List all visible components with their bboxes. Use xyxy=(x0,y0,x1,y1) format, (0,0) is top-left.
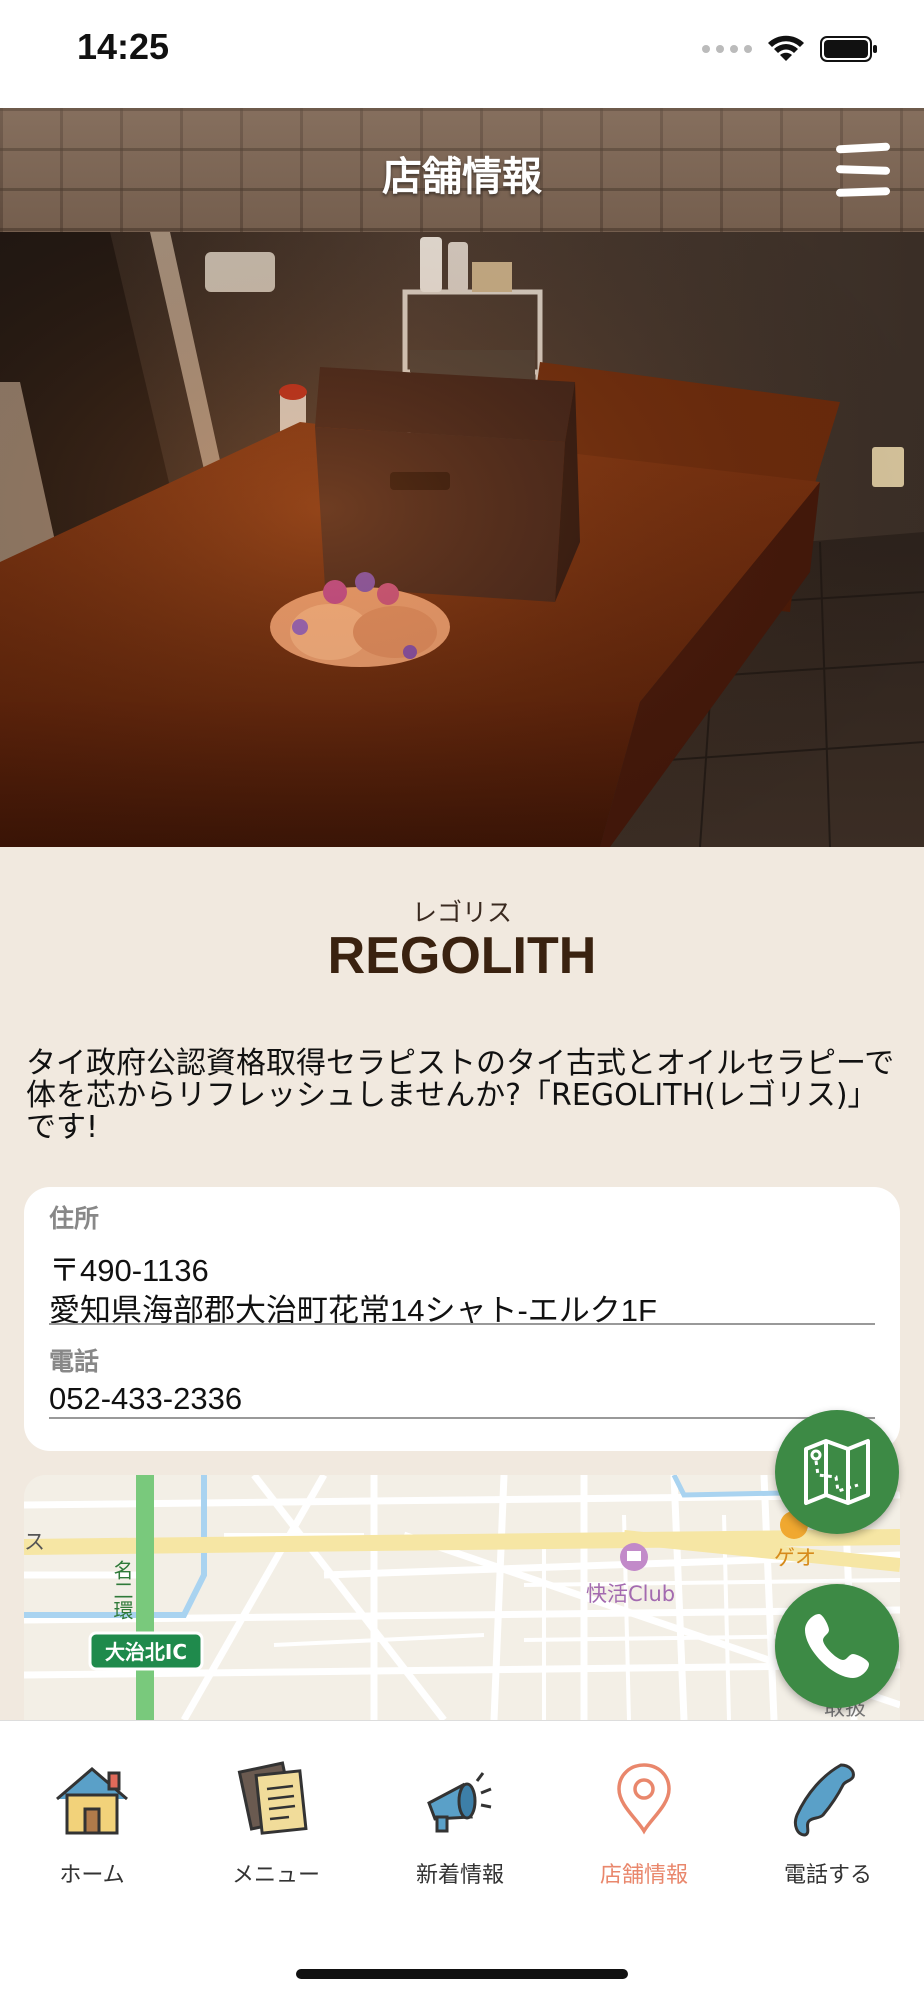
menu-line xyxy=(835,142,891,154)
status-time: 14:25 xyxy=(77,26,170,67)
signal-icon xyxy=(702,45,752,53)
tab-call[interactable]: 電話する xyxy=(736,1759,920,1889)
map-label-ic: 大治北IC xyxy=(105,1640,187,1664)
phone-icon xyxy=(805,1614,869,1678)
home-indicator xyxy=(296,1969,628,1979)
map-label-road: 名二環 xyxy=(110,1560,134,1620)
divider xyxy=(49,1323,875,1325)
tab-news[interactable]: 新着情報 xyxy=(368,1759,552,1889)
menu-line xyxy=(835,187,891,197)
menu-doc-icon xyxy=(237,1761,308,1835)
header-bar: 店舗情報 xyxy=(0,108,924,232)
tab-home[interactable]: ホーム xyxy=(0,1759,184,1889)
map-label-edge-left: ス xyxy=(24,1530,45,1554)
status-icons xyxy=(702,34,878,64)
shop-name: REGOLITH xyxy=(327,927,597,985)
bottom-tab-bar: ホーム メニュー 新着情報 店舗情報 電話する xyxy=(0,1720,924,2001)
shop-photo xyxy=(0,232,924,847)
map-label-poi2: ゲオ xyxy=(774,1546,816,1570)
hamburger-menu-button[interactable] xyxy=(835,142,891,200)
tab-shop-info-label: 店舗情報 xyxy=(599,1863,688,1888)
wifi-icon xyxy=(768,35,804,61)
postal-code: 〒490-1136 xyxy=(49,1253,209,1288)
map-open-button[interactable] xyxy=(775,1410,899,1534)
tab-news-label: 新着情報 xyxy=(415,1863,504,1888)
shop-info-card: 住所 〒490-1136 愛知県海部郡大治町花常14シャト-エルク1F 電話 0… xyxy=(24,1187,900,1451)
call-button[interactable] xyxy=(775,1584,899,1708)
divider xyxy=(49,1417,875,1419)
page-title: 店舗情報 xyxy=(382,154,542,200)
folded-map-icon xyxy=(804,1439,870,1505)
phone-value[interactable]: 052-433-2336 xyxy=(49,1381,242,1417)
tab-shop-info[interactable]: 店舗情報 xyxy=(552,1759,736,1889)
status-bar: 14:25 xyxy=(0,0,924,108)
shop-description: タイ政府公認資格取得セラピストのタイ古式とオイルセラピーで体を芯からリフレッシュ… xyxy=(26,1046,895,1145)
megaphone-icon xyxy=(427,1772,492,1833)
tab-menu-label: メニュー xyxy=(231,1863,320,1888)
home-icon xyxy=(56,1767,128,1835)
map-label-poi1: 快活Club xyxy=(586,1582,675,1606)
menu-line xyxy=(835,165,891,175)
tab-home-label: ホーム xyxy=(59,1863,125,1888)
map-pin-icon xyxy=(617,1763,671,1835)
map-view[interactable]: 名二環 大治北IC 快活Club ゲオ ス 取扱 xyxy=(24,1475,900,1720)
tab-call-label: 電話する xyxy=(783,1863,872,1888)
phone-icon xyxy=(793,1763,855,1837)
address-label: 住所 xyxy=(49,1204,100,1233)
phone-label: 電話 xyxy=(49,1347,100,1376)
battery-icon xyxy=(820,36,877,62)
tab-menu[interactable]: メニュー xyxy=(184,1759,368,1889)
shop-name-reading: レゴリス xyxy=(411,898,512,927)
